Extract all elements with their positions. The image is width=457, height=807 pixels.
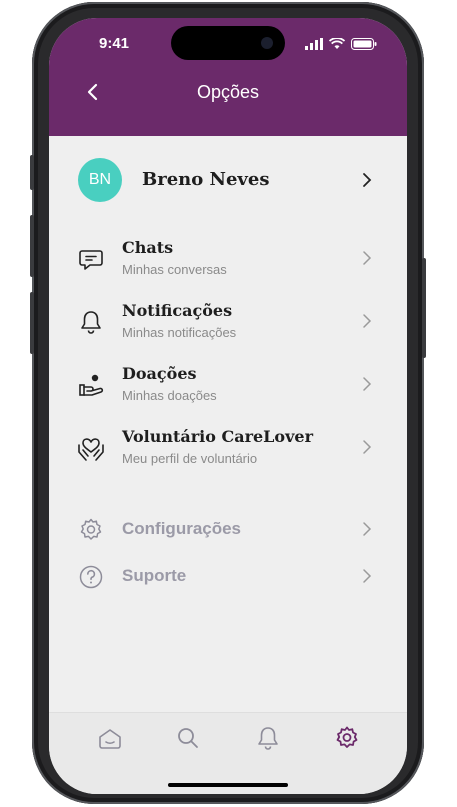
wifi-icon [329, 38, 345, 49]
page-title: Opções [196, 82, 260, 102]
screen: 9:41 Opções BN Breno Neves Chats Minhas … [49, 18, 407, 794]
chevron-right-icon [363, 569, 372, 583]
menu-item-label: Configurações [122, 519, 242, 538]
menu-item-configuracoes[interactable]: Configurações [78, 514, 378, 544]
menu-item-label: Chats [122, 238, 174, 257]
chat-icon [79, 250, 103, 270]
volume-down-button [30, 292, 34, 354]
chevron-right-icon [363, 522, 372, 536]
menu-item-voluntario[interactable]: Voluntário CareLover Meu perfil de volun… [78, 427, 378, 473]
menu-item-subtitle: Minhas conversas [122, 262, 227, 277]
chevron-right-icon [363, 173, 372, 187]
tab-bar [49, 712, 407, 794]
gear-icon [80, 518, 102, 540]
bell-icon[interactable] [255, 725, 281, 751]
menu-item-doacoes[interactable]: Doações Minhas doações [78, 364, 378, 410]
volunteer-heart-icon [78, 438, 104, 461]
camera [261, 37, 273, 49]
battery-icon [351, 38, 377, 50]
question-icon [79, 565, 103, 589]
menu-item-label: Voluntário CareLover [122, 427, 314, 446]
avatar: BN [78, 158, 122, 202]
menu-item-subtitle: Meu perfil de voluntário [122, 451, 258, 466]
menu-item-subtitle: Minhas notificações [122, 325, 237, 340]
signal-icon [305, 38, 323, 50]
menu-item-subtitle: Minhas doações [122, 388, 217, 403]
header: 9:41 Opções [49, 18, 407, 136]
volume-up-button [30, 215, 34, 277]
chevron-right-icon [363, 377, 372, 391]
dynamic-island [171, 26, 285, 60]
chevron-right-icon [363, 314, 372, 328]
donation-hand-icon [79, 374, 104, 396]
status-time: 9:41 [99, 35, 130, 52]
profile-row[interactable]: BN Breno Neves [78, 158, 388, 202]
menu-item-chats[interactable]: Chats Minhas conversas [78, 238, 378, 284]
menu-item-label: Notificações [122, 301, 233, 320]
profile-name: Breno Neves [142, 169, 270, 190]
menu-item-suporte[interactable]: Suporte [78, 561, 378, 591]
chevron-right-icon [363, 440, 372, 454]
menu-item-label: Suporte [122, 566, 187, 585]
status-icons [305, 38, 377, 50]
power-button [422, 258, 426, 358]
menu-item-label: Doações [122, 364, 197, 383]
mute-switch [30, 155, 34, 190]
home-indicator [168, 783, 288, 787]
search-icon[interactable] [175, 725, 201, 751]
chevron-right-icon [363, 251, 372, 265]
bell-icon [81, 311, 101, 334]
gear-icon[interactable] [334, 725, 360, 751]
menu-item-notificacoes[interactable]: Notificações Minhas notificações [78, 301, 378, 347]
home-icon[interactable] [97, 725, 123, 751]
